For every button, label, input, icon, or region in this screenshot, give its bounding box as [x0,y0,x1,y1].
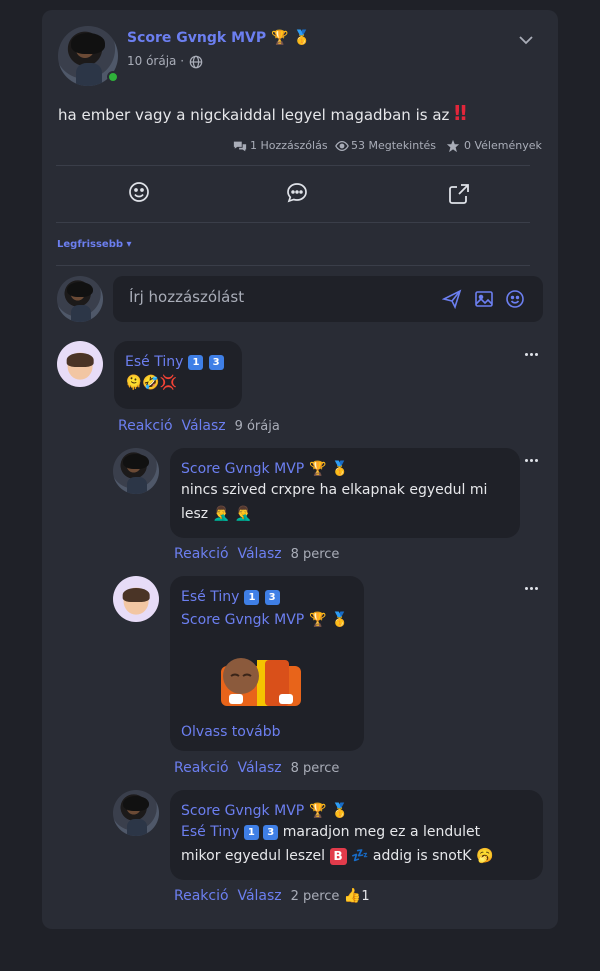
comment-input[interactable]: Írj hozzászólást [129,288,244,306]
comment-text: mikor egyedul leszel B 💤 addig is snotK … [181,848,494,865]
react-link[interactable]: Reakció [174,888,229,904]
emoji-icon[interactable] [505,289,525,309]
more-icon[interactable] [525,459,539,463]
comment-author[interactable]: Score Gvngk MVP [181,803,304,819]
sleeping-sticker-icon [221,658,301,706]
comments-icon [233,141,247,152]
eye-icon [335,140,349,152]
reply-link[interactable]: Válasz [237,546,281,562]
comment-actions: Reakció Válasz 8 perce [174,546,339,562]
comment-time[interactable]: 9 órája [235,419,280,434]
comment-actions: Reakció Válasz 8 perce [174,760,339,776]
thumbs-up-icon[interactable]: 👍 [344,888,361,904]
comment-author[interactable]: Score Gvngk MVP [181,461,304,477]
level-badge: 1 [243,825,259,840]
read-more-link[interactable]: Olvass tovább [181,724,281,740]
post-author-name[interactable]: Score Gvngk MVP 🏆 🥇 [127,30,311,46]
chevron-down-icon[interactable] [518,32,534,48]
level-badge: 1 [244,590,260,605]
react-smiley-icon[interactable] [127,180,151,204]
reply-link[interactable]: Válasz [181,418,225,434]
caret-down-icon: ▾ [126,239,132,250]
comment-author[interactable]: Esé Tiny [125,354,183,370]
comment-avatar[interactable] [113,576,159,622]
post-body: ha ember vagy a nigckaiddal legyel magad… [58,101,467,125]
comment-chat-bubble-icon[interactable] [285,181,309,205]
comment-time[interactable]: 2 perce [291,889,340,904]
comment-actions: Reakció Válasz 2 perce 👍1 [174,888,370,904]
mention-link[interactable]: Esé Tiny [181,824,239,840]
online-status-dot [107,71,119,83]
post-time[interactable]: 10 órája · [127,54,184,68]
divider [56,265,530,266]
comment-bubble: Score Gvngk MVP 🏆 🥇 nincs szived crxpre … [170,448,520,538]
comment-avatar[interactable] [113,448,159,494]
level-badge: 1 [188,355,204,370]
globe-icon [189,55,203,69]
level-badge: 3 [264,590,280,605]
current-user-avatar [57,276,103,322]
comment-text: Esé Tiny 1 3 maradjon meg ez a lendulet [181,824,481,840]
divider [56,222,530,223]
comments-count[interactable]: 1 Hozzászólás [250,139,328,152]
comment-avatar[interactable] [113,790,159,836]
comment-author[interactable]: Esé Tiny [181,589,239,605]
b-badge: B [329,848,347,865]
reply-link[interactable]: Válasz [237,760,281,776]
reaction-count[interactable]: 1 [361,889,369,904]
comment-bubble: Score Gvngk MVP 🏆 🥇 Esé Tiny 1 3 maradjo… [170,790,543,880]
more-icon[interactable] [525,587,539,591]
comment-time[interactable]: 8 perce [291,547,340,562]
react-link[interactable]: Reakció [118,418,173,434]
star-icon [446,139,460,153]
share-icon[interactable] [447,182,471,206]
level-badge: 3 [263,825,279,840]
image-icon[interactable] [474,289,494,309]
send-icon[interactable] [442,289,462,309]
comment-text: nincs szived crxpre ha elkapnak egyedul … [181,482,488,522]
level-badge: 3 [208,355,224,370]
comment-text: 🫠🤣💢 [125,375,178,391]
mention-link[interactable]: Score Gvngk MVP [181,612,304,628]
comment-actions: Reakció Válasz 9 órája [118,418,280,434]
comment-composer[interactable]: Írj hozzászólást [113,276,543,322]
sort-dropdown[interactable]: Legfrissebb ▾ [57,239,132,250]
react-link[interactable]: Reakció [174,760,229,776]
views-count: 53 Megtekintés [351,139,437,152]
comment-bubble: Esé Tiny 1 3 🫠🤣💢 [114,341,242,409]
react-link[interactable]: Reakció [174,546,229,562]
comment-avatar[interactable] [57,341,103,387]
comment-time[interactable]: 8 perce [291,761,340,776]
more-icon[interactable] [525,353,539,357]
reviews-count[interactable]: 0 Vélemények [464,139,542,152]
divider [56,165,530,166]
reply-link[interactable]: Válasz [237,888,281,904]
